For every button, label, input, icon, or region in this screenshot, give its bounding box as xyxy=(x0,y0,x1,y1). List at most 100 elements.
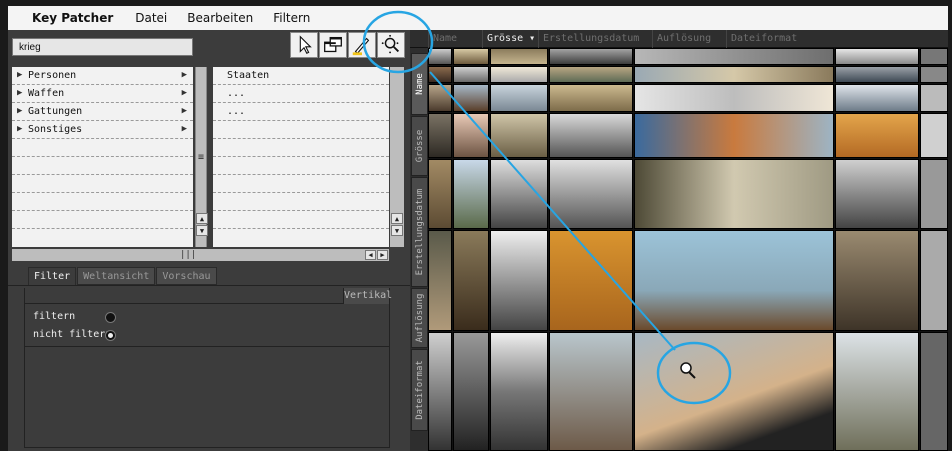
zoom-tool-button[interactable] xyxy=(377,32,405,58)
thumbnail[interactable] xyxy=(428,66,452,83)
category-item-sonstiges[interactable]: ▶ Sonstiges ▶ xyxy=(12,121,193,139)
filter-options: filtern nicht filtern xyxy=(25,305,389,347)
thumbnail[interactable] xyxy=(549,113,633,158)
thumbnail[interactable] xyxy=(428,159,452,229)
menu-datei[interactable]: Datei xyxy=(135,11,167,25)
thumbnail[interactable] xyxy=(453,84,489,112)
pointer-tool-button[interactable] xyxy=(290,32,318,58)
submenu-arrow-icon: ▶ xyxy=(181,124,187,134)
thumbnail[interactable] xyxy=(634,113,834,158)
column-header-aufloesung[interactable]: Auflösung xyxy=(652,30,726,48)
subcategory-scrollbar[interactable]: ▲ ▼ xyxy=(390,67,404,247)
scroll-down-arrow-icon[interactable]: ▼ xyxy=(391,225,403,236)
thumbnail[interactable] xyxy=(549,230,633,331)
pen-tool-button[interactable] xyxy=(348,32,376,58)
thumbnail[interactable] xyxy=(549,332,633,451)
thumbnail[interactable] xyxy=(453,159,489,229)
left-panel: ▶Personen▶ ▶Waffen▶ ▶Gattungen▶ ▶Sonstig… xyxy=(8,30,410,451)
thumbnail[interactable] xyxy=(920,66,948,83)
thumbnail[interactable] xyxy=(920,230,948,331)
thumbnail[interactable] xyxy=(453,48,489,65)
thumbnail[interactable] xyxy=(490,66,548,83)
radio-nicht-filtern[interactable] xyxy=(105,330,116,341)
thumbnail[interactable] xyxy=(920,48,948,65)
thumbnail[interactable] xyxy=(835,84,919,112)
subcategory-item[interactable]: ... xyxy=(213,103,389,121)
thumbnail[interactable] xyxy=(428,332,452,451)
tab-vorschau[interactable]: Vorschau xyxy=(156,267,217,285)
thumbnail[interactable] xyxy=(490,332,548,451)
thumbnail[interactable] xyxy=(920,332,948,451)
tab-divider xyxy=(8,285,410,286)
thumbnail[interactable] xyxy=(490,48,548,65)
column-header-erstellungsdatum[interactable]: Erstellungsdatum xyxy=(538,30,652,48)
radio-filtern[interactable] xyxy=(105,312,116,323)
category-item-waffen[interactable]: ▶ Waffen ▶ xyxy=(12,85,193,103)
windows-tool-button[interactable] xyxy=(319,32,347,58)
category-item-gattungen[interactable]: ▶ Gattungen ▶ xyxy=(12,103,193,121)
thumbnail[interactable] xyxy=(428,48,452,65)
column-header-name[interactable]: Name xyxy=(428,30,480,48)
scroll-down-arrow-icon[interactable]: ▼ xyxy=(196,225,208,236)
thumbnail[interactable] xyxy=(835,48,919,65)
tab-filter[interactable]: Filter xyxy=(28,267,77,285)
sort-tab-aufloesung[interactable]: Auflösung xyxy=(411,288,428,348)
thumbnail[interactable] xyxy=(428,113,452,158)
thumbnail[interactable] xyxy=(634,159,834,229)
thumbnail[interactable] xyxy=(428,84,452,112)
search-input[interactable] xyxy=(12,38,193,56)
column-header-dateiformat[interactable]: Dateiformat xyxy=(726,30,948,48)
vertikal-button[interactable]: Vertikal xyxy=(343,288,392,304)
thumbnail[interactable] xyxy=(920,84,948,112)
thumbnail[interactable] xyxy=(549,84,633,112)
zoom-icon xyxy=(381,34,400,54)
scroll-right-arrow-icon[interactable]: ▶ xyxy=(377,250,388,260)
list-item-empty xyxy=(12,157,193,175)
thumbnail[interactable] xyxy=(549,48,633,65)
thumbnail[interactable] xyxy=(490,113,548,158)
windows-icon xyxy=(324,36,342,53)
thumbnail[interactable] xyxy=(428,230,452,331)
subcategory-list: Staaten ... ... xyxy=(213,67,389,247)
tab-weltansicht[interactable]: Weltansicht xyxy=(77,267,156,285)
thumbnail[interactable] xyxy=(634,332,834,451)
scroll-up-arrow-icon[interactable]: ▲ xyxy=(196,213,208,224)
sort-tab-groesse[interactable]: Grösse xyxy=(411,116,428,176)
thumbnail[interactable] xyxy=(549,159,633,229)
scroll-up-arrow-icon[interactable]: ▲ xyxy=(391,213,403,224)
thumbnail[interactable] xyxy=(453,113,489,158)
thumbnail[interactable] xyxy=(634,48,834,65)
category-scrollbar[interactable]: ▲ ▼ xyxy=(194,67,210,247)
sort-tab-dateiformat[interactable]: Dateiformat xyxy=(411,349,428,431)
thumbnail[interactable] xyxy=(835,332,919,451)
thumbnail[interactable] xyxy=(453,332,489,451)
thumbnail[interactable] xyxy=(453,230,489,331)
horizontal-scrollbar[interactable]: ||| ◀ ▶ xyxy=(12,249,389,261)
thumbnail[interactable] xyxy=(920,113,948,158)
thumbnail[interactable] xyxy=(835,113,919,158)
column-header-groesse[interactable]: Grösse ▾ xyxy=(482,30,538,48)
thumbnail[interactable] xyxy=(634,66,834,83)
thumbnail[interactable] xyxy=(453,66,489,83)
scroll-left-arrow-icon[interactable]: ◀ xyxy=(365,250,376,260)
category-item-personen[interactable]: ▶ Personen ▶ xyxy=(12,67,193,85)
thumbnail[interactable] xyxy=(835,159,919,229)
submenu-arrow-icon: ▶ xyxy=(181,106,187,116)
thumbnail[interactable] xyxy=(835,66,919,83)
thumbnail[interactable] xyxy=(490,84,548,112)
thumbnail[interactable] xyxy=(920,159,948,229)
thumbnail[interactable] xyxy=(490,230,548,331)
thumbnail[interactable] xyxy=(835,230,919,331)
thumbnail[interactable] xyxy=(549,66,633,83)
subcategory-item[interactable]: ... xyxy=(213,85,389,103)
thumbnail[interactable] xyxy=(490,159,548,229)
scroll-grip-icon[interactable]: ||| xyxy=(180,250,196,260)
sort-tab-name[interactable]: Name xyxy=(411,53,428,115)
thumbnail[interactable] xyxy=(634,230,834,331)
menu-filtern[interactable]: Filtern xyxy=(273,11,310,25)
subcategory-item[interactable]: Staaten xyxy=(213,67,389,85)
menu-bearbeiten[interactable]: Bearbeiten xyxy=(187,11,253,25)
sort-tab-erstellungsdatum[interactable]: Erstellungsdatum xyxy=(411,177,428,287)
pointer-icon xyxy=(299,35,312,55)
thumbnail[interactable] xyxy=(634,84,834,112)
